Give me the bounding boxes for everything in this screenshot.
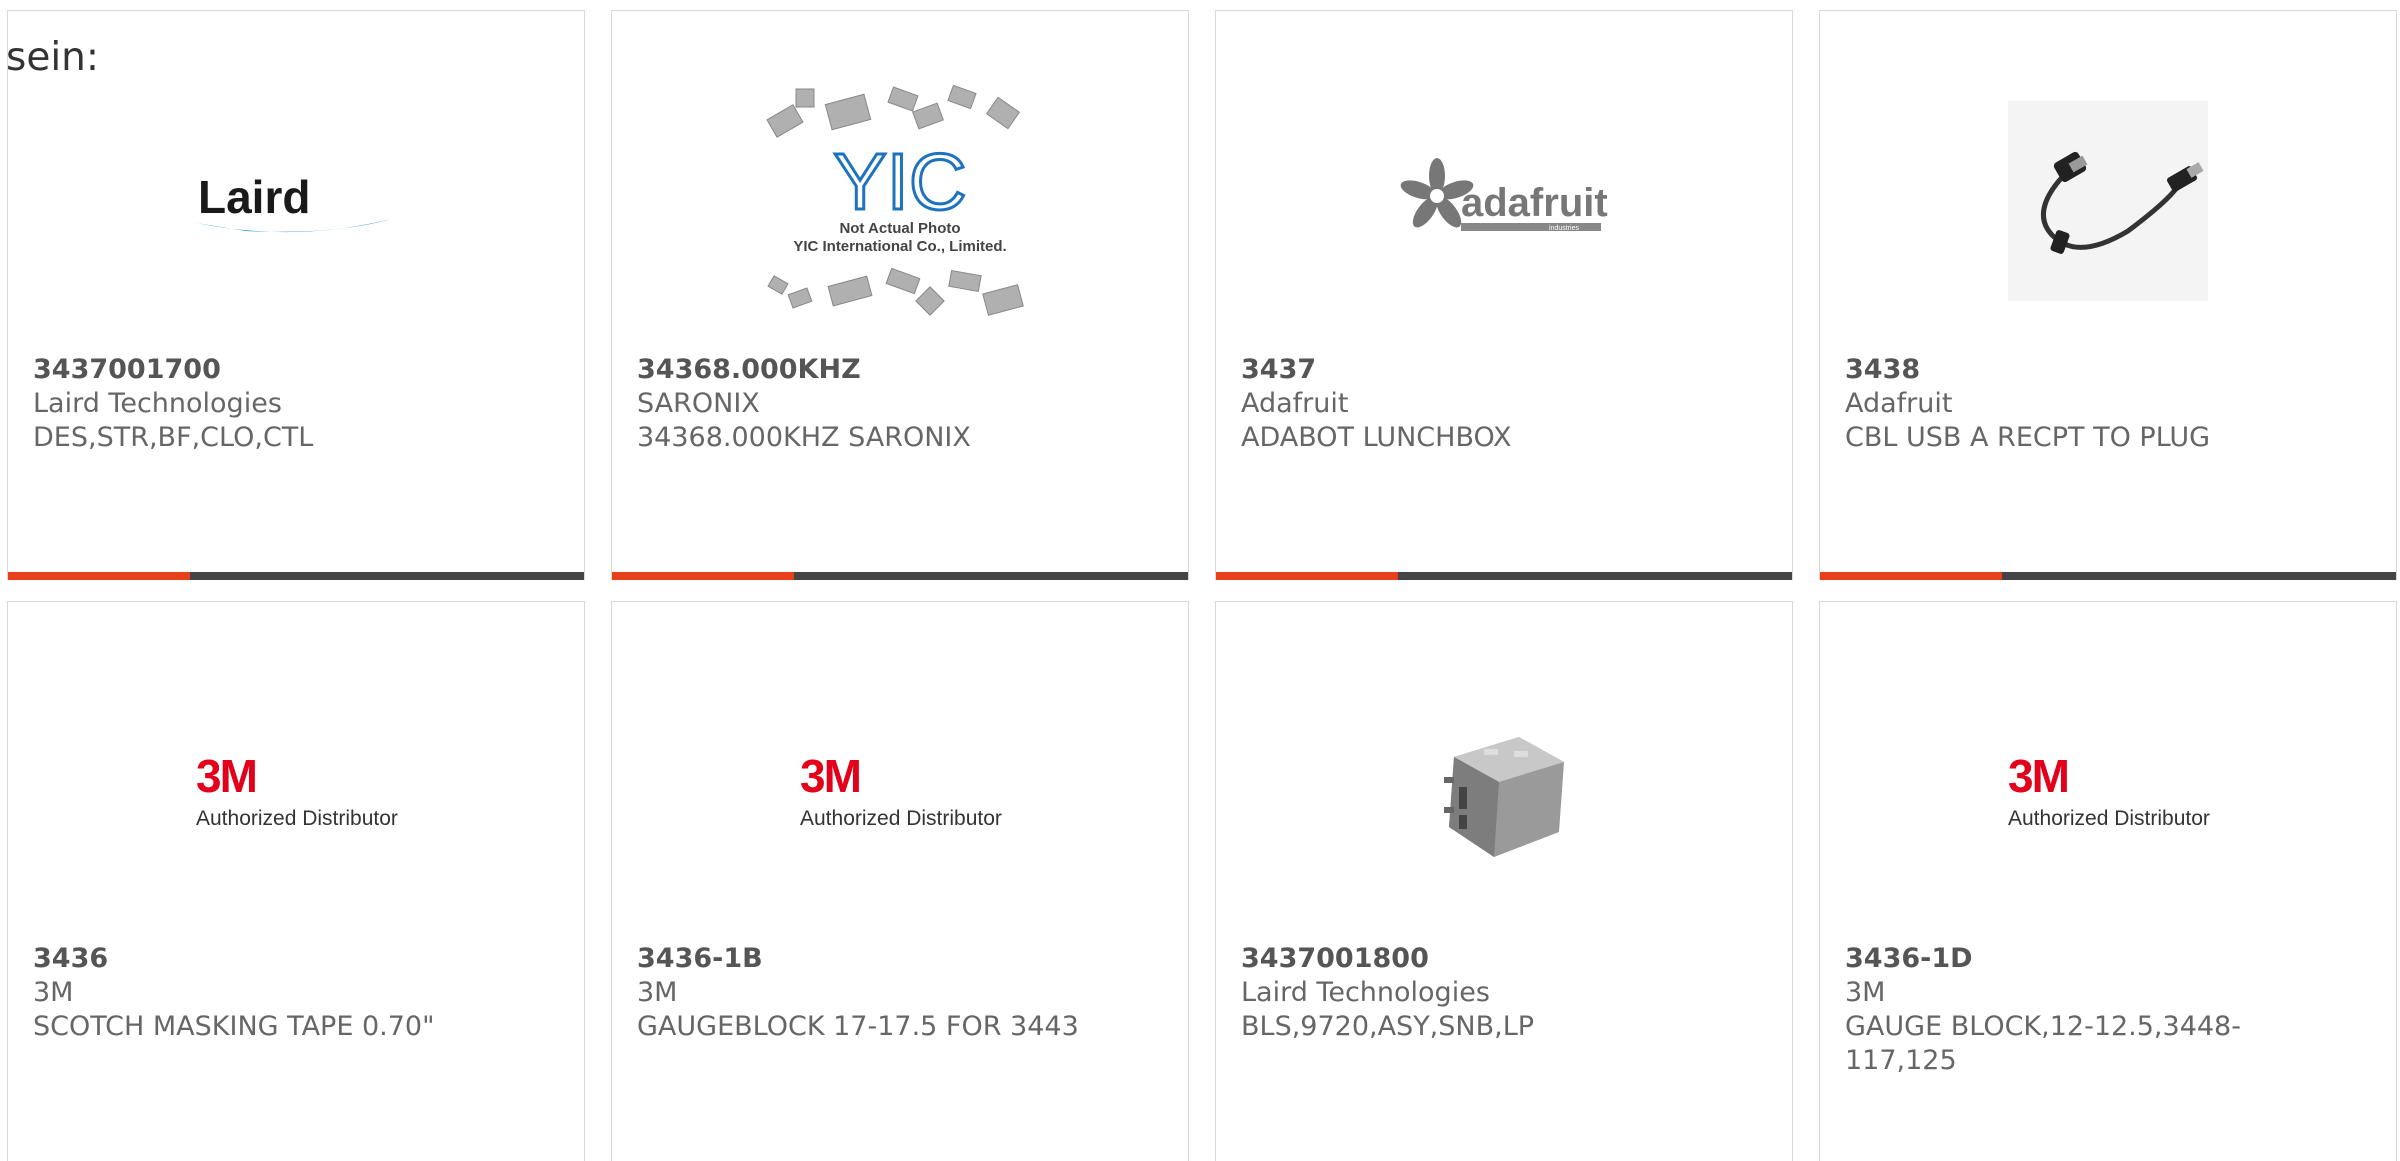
- description: CBL USB A RECPT TO PLUG: [1845, 422, 2211, 453]
- description: GAUGE BLOCK,12-12.5,3448-117,125: [1845, 1011, 2241, 1076]
- card-accent-bar: [8, 572, 584, 580]
- part-number[interactable]: 34368.000KHZ: [637, 353, 1163, 387]
- product-image[interactable]: [1820, 51, 2396, 351]
- product-card[interactable]: 3M Authorized Distributor 3436-1B 3M GAU…: [611, 601, 1189, 1161]
- manufacturer: Adafruit: [1845, 388, 1953, 419]
- yic-placeholder-icon: YIC Not Actual Photo YIC International C…: [766, 84, 1024, 316]
- product-image[interactable]: 3M Authorized Distributor: [1820, 642, 2396, 942]
- part-number[interactable]: 3436-1B: [637, 942, 1163, 976]
- svg-text:industries: industries: [1549, 225, 1579, 232]
- svg-text:3M: 3M: [800, 750, 860, 802]
- product-image[interactable]: [1216, 642, 1792, 942]
- usb-cable-icon: [2008, 101, 2208, 301]
- svg-text:Not Actual Photo: Not Actual Photo: [839, 220, 960, 237]
- product-image[interactable]: 3M Authorized Distributor: [8, 642, 584, 942]
- part-number[interactable]: 3436-1D: [1845, 942, 2246, 976]
- description: SCOTCH MASKING TAPE 0.70": [33, 1011, 435, 1042]
- svg-text:YIC: YIC: [833, 137, 966, 226]
- manufacturer: Laird Technologies: [33, 388, 282, 419]
- description: 34368.000KHZ SARONIX: [637, 422, 971, 453]
- svg-text:Authorized Distributor: Authorized Distributor: [196, 807, 398, 830]
- product-card[interactable]: 3437001800 Laird Technologies BLS,9720,A…: [1215, 601, 1793, 1161]
- svg-text:3M: 3M: [196, 750, 256, 802]
- manufacturer: 3M: [1845, 977, 1886, 1008]
- product-card[interactable]: YIC Not Actual Photo YIC International C…: [611, 10, 1189, 580]
- part-number[interactable]: 3436: [33, 942, 559, 976]
- card-accent-bar: [612, 572, 1188, 580]
- svg-text:adafruit: adafruit: [1461, 181, 1608, 225]
- laird-logo-icon: Laird: [196, 171, 391, 233]
- card-accent-bar: [1216, 572, 1792, 580]
- svg-text:Authorized Distributor: Authorized Distributor: [2008, 807, 2210, 830]
- product-image[interactable]: YIC Not Actual Photo YIC International C…: [612, 51, 1188, 351]
- product-image[interactable]: adafruit industries: [1216, 51, 1792, 351]
- 3m-logo-icon: 3M Authorized Distributor: [196, 750, 398, 830]
- card-accent-bar: [1820, 572, 2396, 580]
- product-card[interactable]: 3M Authorized Distributor 3436 3M SCOTCH…: [7, 601, 585, 1161]
- manufacturer: Adafruit: [1241, 388, 1349, 419]
- 3m-logo-icon: 3M Authorized Distributor: [800, 750, 1002, 830]
- shield-can-icon: [1444, 737, 1564, 857]
- svg-text:3M: 3M: [2008, 750, 2068, 802]
- 3m-logo-icon: 3M Authorized Distributor: [2008, 750, 2210, 830]
- description: ADABOT LUNCHBOX: [1241, 422, 1512, 453]
- part-number[interactable]: 3437: [1241, 353, 1767, 387]
- manufacturer: 3M: [637, 977, 678, 1008]
- svg-text:Laird: Laird: [198, 171, 310, 223]
- product-card[interactable]: adafruit industries 3437 Adafruit ADABOT…: [1215, 10, 1793, 580]
- product-card[interactable]: Laird 3437001700 Laird Technologies DES,…: [7, 10, 585, 580]
- part-number[interactable]: 3437001700: [33, 353, 559, 387]
- part-number[interactable]: 3438: [1845, 353, 2371, 387]
- manufacturer: 3M: [33, 977, 74, 1008]
- part-number[interactable]: 3437001800: [1241, 942, 1767, 976]
- product-image[interactable]: Laird: [8, 51, 584, 351]
- manufacturer: Laird Technologies: [1241, 977, 1490, 1008]
- description: BLS,9720,ASY,SNB,LP: [1241, 1011, 1535, 1042]
- svg-text:YIC International Co., Limited: YIC International Co., Limited.: [793, 238, 1006, 255]
- manufacturer: SARONIX: [637, 388, 760, 419]
- product-image[interactable]: 3M Authorized Distributor: [612, 642, 1188, 942]
- svg-text:Authorized Distributor: Authorized Distributor: [800, 807, 1002, 830]
- description: DES,STR,BF,CLO,CTL: [33, 422, 314, 453]
- product-card[interactable]: 3438 Adafruit CBL USB A RECPT TO PLUG: [1819, 10, 2397, 580]
- product-card[interactable]: 3M Authorized Distributor 3436-1D 3M GAU…: [1819, 601, 2397, 1161]
- description: GAUGEBLOCK 17-17.5 FOR 3443: [637, 1011, 1079, 1042]
- adafruit-logo-icon: adafruit industries: [1400, 158, 1608, 232]
- intro-text: sein:: [6, 35, 100, 80]
